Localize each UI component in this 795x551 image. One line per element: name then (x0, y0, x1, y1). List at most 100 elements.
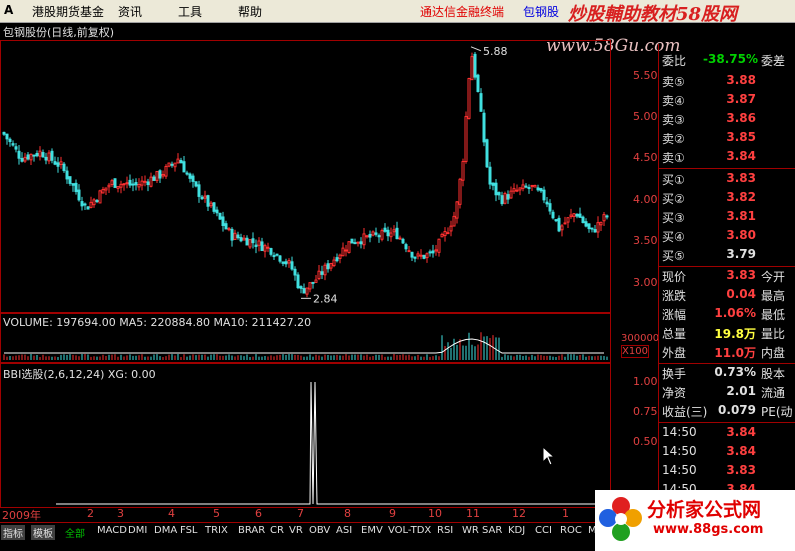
volume-panel[interactable] (0, 313, 611, 363)
candle-body (407, 250, 411, 253)
tab-sar[interactable]: SAR (482, 525, 502, 536)
candle-body (539, 188, 543, 192)
sell-row[interactable]: 卖⑤ 3.88 (659, 73, 795, 92)
tab-trix[interactable]: TRIX (205, 525, 228, 536)
tab-dma[interactable]: DMA (154, 525, 177, 536)
candle-body (104, 187, 108, 191)
candle-body (248, 239, 252, 248)
date-label: 1 (562, 507, 569, 520)
tab-dmi[interactable]: DMI (128, 525, 147, 536)
candle-body (344, 249, 348, 252)
candle-body (185, 172, 189, 175)
sell-row[interactable]: 卖④ 3.87 (659, 92, 795, 111)
buy-row[interactable]: 买① 3.83 (659, 171, 795, 190)
candle-body (53, 161, 57, 165)
sell-row[interactable]: 卖② 3.85 (659, 130, 795, 149)
sell-row[interactable]: 卖③ 3.86 (659, 111, 795, 130)
menu-item-help[interactable]: 帮助 (238, 3, 262, 20)
tab-cci[interactable]: CCI (535, 525, 552, 536)
sell-label: 卖④ (662, 94, 685, 108)
tab-kdj[interactable]: KDJ (508, 525, 525, 536)
candle-body (419, 254, 423, 257)
tab-macd[interactable]: MACD (97, 525, 127, 536)
tab-cr[interactable]: CR (270, 525, 284, 536)
candle-body (218, 212, 222, 220)
candle-body (527, 187, 531, 190)
candle-body (389, 232, 393, 238)
candle-body (206, 195, 210, 207)
candle-body (566, 217, 570, 223)
candle-body (377, 235, 381, 238)
buy-row[interactable]: 买⑤ 3.79 (659, 247, 795, 266)
price-tick: 3.00 (633, 276, 658, 289)
candle-body (467, 78, 471, 119)
tab-indicator[interactable]: 指标 (1, 525, 25, 540)
tab-fsl[interactable]: FSL (180, 525, 198, 536)
sell-price: 3.84 (726, 149, 756, 163)
candle-body (521, 184, 525, 189)
stat-value: 19.8万 (714, 327, 756, 341)
tab-vr[interactable]: VR (289, 525, 303, 536)
candle-body (92, 199, 96, 206)
sell-row[interactable]: 卖① 3.84 (659, 149, 795, 168)
candle-body (215, 209, 219, 214)
tab-template[interactable]: 模板 (31, 525, 55, 540)
volume-chart (3, 332, 608, 360)
stat-ext: 内盘 (761, 346, 786, 360)
candle-body (494, 182, 498, 196)
tab-rsi[interactable]: RSI (437, 525, 453, 536)
stat-row: 外盘 11.0万 内盘 (659, 344, 795, 363)
buy-row[interactable]: 买③ 3.81 (659, 209, 795, 228)
candle-body (584, 221, 588, 227)
tab-brar[interactable]: BRAR (238, 525, 265, 536)
indicator-panel[interactable] (0, 363, 611, 508)
candle-body (191, 175, 195, 182)
candle-body (275, 253, 279, 256)
candle-body (41, 152, 45, 158)
candle-body (338, 254, 342, 259)
candle-body (113, 178, 117, 188)
candle-body (269, 248, 273, 255)
stock-name-link[interactable]: 包钢股 (523, 3, 559, 20)
volume-ma-line (4, 338, 604, 354)
sell-price: 3.88 (726, 73, 756, 87)
candle-body (368, 233, 372, 238)
stat-value: 0.73% (714, 365, 756, 379)
stat-label: 涨跌 (662, 289, 687, 303)
price-panel[interactable]: 5.88 2.84 (0, 40, 611, 313)
candle-body (458, 178, 462, 205)
tab-emv[interactable]: EMV (361, 525, 383, 536)
candle-body (95, 200, 99, 203)
menu-item-tools[interactable]: 工具 (178, 3, 202, 20)
tab-wr[interactable]: WR (462, 525, 479, 536)
menu-item-futures[interactable]: 港股期货基金 (32, 3, 104, 20)
sell-label: 卖③ (662, 113, 685, 127)
promo-link[interactable]: 通达信金融终端 (420, 3, 504, 20)
indicator-tick: 0.50 (633, 435, 658, 448)
candlestick-chart[interactable]: 5.88 2.84 (1, 41, 610, 312)
stat-label: 涨幅 (662, 308, 687, 322)
tab-asi[interactable]: ASI (336, 525, 352, 536)
candle-body (491, 182, 495, 186)
stat-row: 涨幅 1.06% 最低 (659, 306, 795, 325)
candle-body (26, 154, 30, 160)
buy-price: 3.79 (726, 247, 756, 261)
candle-body (422, 254, 426, 259)
candle-body (260, 241, 264, 252)
candle-body (290, 261, 294, 270)
candle-body (77, 189, 81, 201)
candle-body (98, 190, 102, 204)
tab-all[interactable]: 全部 (65, 525, 85, 540)
candle-body (320, 271, 324, 275)
candle-body (296, 274, 300, 289)
candle-body (254, 244, 258, 248)
candle-body (293, 268, 297, 276)
tab-vol-tdx[interactable]: VOL-TDX (388, 525, 431, 536)
indicator-tabs: 指标 模板 全部 MACD DMI DMA FSL TRIX BRAR CR V… (0, 522, 611, 542)
tab-obv[interactable]: OBV (309, 525, 330, 536)
candle-body (329, 263, 333, 269)
buy-row[interactable]: 买④ 3.80 (659, 228, 795, 247)
tab-roc[interactable]: ROC (560, 525, 582, 536)
buy-row[interactable]: 买② 3.82 (659, 190, 795, 209)
menu-item-news[interactable]: 资讯 (118, 3, 142, 20)
